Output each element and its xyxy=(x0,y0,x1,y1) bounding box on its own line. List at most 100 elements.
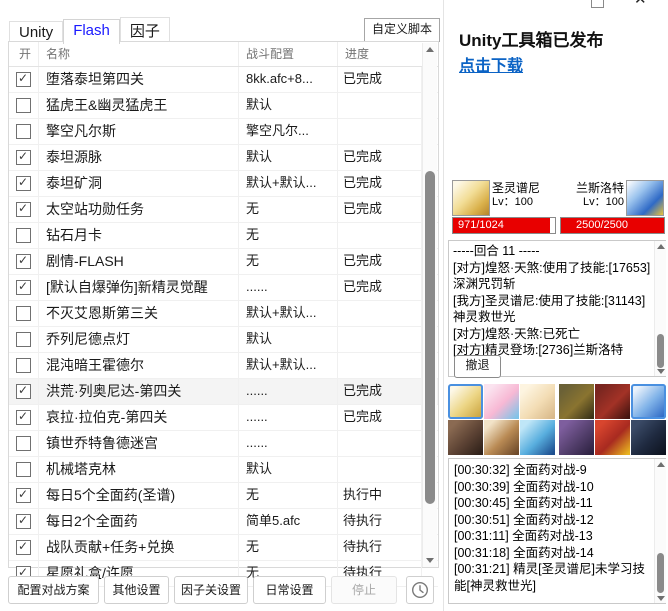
table-row[interactable]: 擎空凡尔斯 擎空凡尔... xyxy=(9,119,438,145)
maximize-icon[interactable] xyxy=(591,0,604,8)
table-row[interactable]: 战队贡献+任务+兑换无待执行 xyxy=(9,535,438,561)
other-settings-button[interactable]: 其他设置 xyxy=(104,576,169,604)
schedule-button[interactable] xyxy=(406,576,434,604)
task-config: 8kk.afc+8... xyxy=(239,67,338,92)
task-name: 剧情-FLASH xyxy=(39,249,239,274)
table-row[interactable]: 泰坦源脉默认已完成 xyxy=(9,145,438,171)
scroll-down-icon[interactable] xyxy=(655,593,666,603)
table-scrollbar[interactable] xyxy=(422,43,437,567)
daily-settings-button[interactable]: 日常设置 xyxy=(253,576,326,604)
scroll-up-icon[interactable] xyxy=(423,43,437,56)
task-checkbox[interactable] xyxy=(16,539,31,555)
table-row[interactable]: 猛虎王&幽灵猛虎王 默认 xyxy=(9,93,438,119)
task-checkbox[interactable] xyxy=(16,149,31,165)
task-name: 乔列尼德点灯 xyxy=(39,327,239,352)
scroll-down-icon[interactable] xyxy=(655,366,666,376)
creature-thumbnail xyxy=(631,420,666,455)
stop-button[interactable]: 停止 xyxy=(331,576,397,604)
task-checkbox[interactable] xyxy=(16,228,31,243)
task-progress xyxy=(338,457,422,482)
creature-thumbnail xyxy=(484,384,519,419)
task-table-header: 开 名称 战斗配置 进度 xyxy=(9,42,438,67)
task-checkbox[interactable] xyxy=(16,462,31,477)
table-row[interactable]: 洪荒·列奥尼达-第四关......已完成 xyxy=(9,379,438,405)
task-checkbox[interactable] xyxy=(16,253,31,269)
configure-battle-plan-button[interactable]: 配置对战方案 xyxy=(8,576,99,604)
task-checkbox[interactable] xyxy=(16,383,31,399)
close-icon[interactable] xyxy=(634,0,650,8)
task-progress: 已完成 xyxy=(338,197,422,222)
task-checkbox[interactable] xyxy=(16,358,31,373)
run-log-scrollbar[interactable] xyxy=(654,459,666,603)
ally-team-grid xyxy=(448,384,555,455)
task-config: ...... xyxy=(239,379,338,404)
task-config: 默认 xyxy=(239,327,338,352)
task-checkbox[interactable] xyxy=(16,409,31,425)
log-line: [00:30:39] 全面药对战-10 xyxy=(454,479,594,494)
header-config[interactable]: 战斗配置 xyxy=(239,42,338,66)
task-checkbox[interactable] xyxy=(16,487,31,503)
task-checkbox[interactable] xyxy=(16,98,31,113)
custom-script-button[interactable]: 自定义脚本 xyxy=(364,18,440,42)
table-row[interactable]: [默认自爆弹伤]新精灵觉醒......已完成 xyxy=(9,275,438,301)
table-row[interactable]: 乔列尼德点灯 默认 xyxy=(9,327,438,353)
task-progress: 已完成 xyxy=(338,249,422,274)
enemy-hp-text: 2500/2500 xyxy=(576,219,628,231)
task-checkbox[interactable] xyxy=(16,306,31,321)
task-config: 默认 xyxy=(239,145,338,170)
ally-hp-text: 971/1024 xyxy=(458,219,504,231)
scroll-up-icon[interactable] xyxy=(655,241,666,251)
task-checkbox[interactable] xyxy=(16,279,31,295)
table-row[interactable]: 钻石月卡无 xyxy=(9,223,438,249)
task-name: 擎空凡尔斯 xyxy=(39,119,239,144)
table-row[interactable]: 每日5个全面药(圣谱)无执行中 xyxy=(9,483,438,509)
task-checkbox[interactable] xyxy=(16,332,31,347)
battle-log-scrollbar[interactable] xyxy=(654,241,666,376)
run-log: [00:30:32] 全面药对战-9 [00:30:39] 全面药对战-10 [00… xyxy=(448,458,666,604)
task-checkbox[interactable] xyxy=(16,201,31,217)
factor-stage-settings-button[interactable]: 因子关设置 xyxy=(174,576,248,604)
scroll-down-icon[interactable] xyxy=(423,554,437,567)
ally-hp-bar: 971/1024 xyxy=(452,217,556,234)
scroll-up-icon[interactable] xyxy=(655,459,666,469)
table-row[interactable]: 机械塔克林 默认 xyxy=(9,457,438,483)
tab-bar: Unity Flash 因子 xyxy=(9,17,170,44)
table-row[interactable]: 泰坦矿洞默认+默认...已完成 xyxy=(9,171,438,197)
tab-flash[interactable]: Flash xyxy=(63,19,120,44)
enemy-level: Lv：100 xyxy=(583,196,624,208)
table-row[interactable]: 每日2个全面药简单5.afc待执行 xyxy=(9,509,438,535)
table-row[interactable]: 混沌暗王霍德尔 默认+默认... xyxy=(9,353,438,379)
run-log-scrollbar-thumb[interactable] xyxy=(657,553,664,593)
table-row[interactable]: 太空站功勋任务无已完成 xyxy=(9,197,438,223)
retreat-button[interactable]: 撤退 xyxy=(454,355,501,378)
task-config: 无 xyxy=(239,197,338,222)
battle-log-scrollbar-thumb[interactable] xyxy=(657,334,664,368)
table-row[interactable]: 哀拉·拉伯克-第四关......已完成 xyxy=(9,405,438,431)
task-checkbox[interactable] xyxy=(16,71,31,87)
task-checkbox[interactable] xyxy=(16,124,31,139)
tab-yinzi[interactable]: 因子 xyxy=(119,17,170,44)
task-checkbox[interactable] xyxy=(16,513,31,529)
table-row[interactable]: 镇世乔特鲁德迷宫...... xyxy=(9,431,438,457)
task-config: 默认 xyxy=(239,93,338,118)
task-name: 机械塔克林 xyxy=(39,457,239,482)
table-scrollbar-thumb[interactable] xyxy=(425,171,435,504)
header-progress[interactable]: 进度 xyxy=(338,42,422,66)
task-progress: 待执行 xyxy=(338,535,422,560)
table-row[interactable]: 不灭艾恩斯第三关 默认+默认... xyxy=(9,301,438,327)
task-config: 默认+默认... xyxy=(239,353,338,378)
table-row[interactable]: 堕落泰坦第四关8kk.afc+8...已完成 xyxy=(9,67,438,93)
table-row[interactable]: 剧情-FLASH无已完成 xyxy=(9,249,438,275)
log-line: [00:31:21] 精灵[圣灵谱尼]未学习技能[神灵救世光] xyxy=(454,562,646,593)
task-progress: 执行中 xyxy=(338,483,422,508)
log-line: [我方]圣灵谱尼:使用了技能:[31143]神灵救世光 xyxy=(453,293,646,325)
header-name[interactable]: 名称 xyxy=(39,42,239,66)
enemy-creature-icon xyxy=(626,180,664,216)
task-checkbox[interactable] xyxy=(16,175,31,191)
task-name: 洪荒·列奥尼达-第四关 xyxy=(39,379,239,404)
header-enabled[interactable]: 开 xyxy=(9,42,39,66)
task-checkbox[interactable] xyxy=(16,436,31,451)
creature-thumbnail xyxy=(595,420,630,455)
download-link[interactable]: 点击下载 xyxy=(459,52,523,76)
log-line: [00:30:51] 全面药对战-12 xyxy=(454,512,594,527)
